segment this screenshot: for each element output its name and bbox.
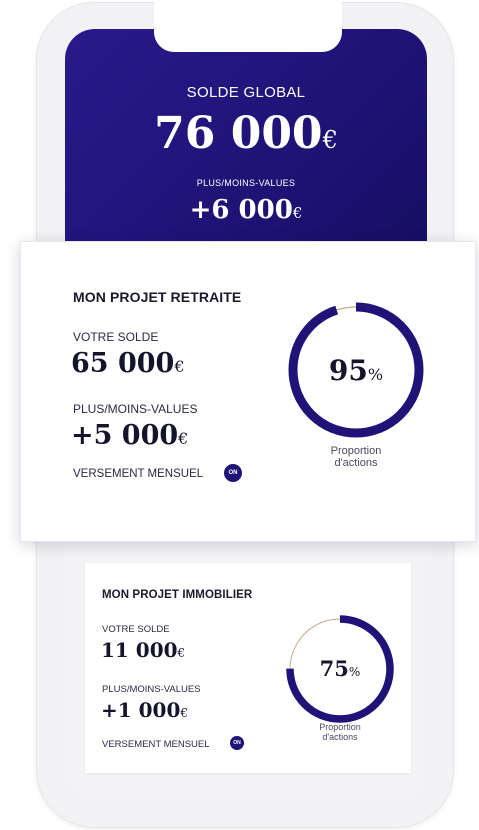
immobilier-proportion-caption: Proportion d'actions [290,722,390,743]
retraite-proportion-caption: Proportion d'actions [306,445,406,469]
retraite-balance-currency: € [174,357,185,376]
immobilier-proportion-number: 75 [319,656,349,681]
immobilier-proportion-percent-sign: % [348,665,361,679]
retraite-caption-line-1: Proportion [330,445,382,457]
retraite-caption-line-2: d'actions [334,457,378,470]
global-pl-value: +6 000€ [65,193,427,230]
retraite-pl-amount: +5 000 [71,420,179,451]
immobilier-title: MON PROJET IMMOBILIER [102,589,253,601]
immobilier-monthly-label: VERSEMENT MENSUEL [102,739,210,750]
retraite-balance-amount: 65 000 [71,348,175,379]
retraite-proportion-number: 95 [328,354,368,387]
global-balance-value: 76 000€ [65,104,427,170]
global-pl-currency: € [292,204,303,222]
immobilier-pl-value: +1 000€ [101,696,188,727]
retraite-proportion-value: 95% [286,354,426,392]
retraite-balance-value: 65 000€ [71,346,185,385]
immobilier-caption-line-2: d'actions [322,731,358,742]
retraite-proportion-percent-sign: % [367,365,384,384]
global-pl-amount: +6 000 [189,195,293,225]
global-balance-label: SOLDE GLOBAL [186,84,306,101]
phone-notch [154,0,342,52]
retraite-monthly-toggle[interactable]: ON [224,464,242,482]
retraite-pl-label: PLUS/MOINS-VALUES [73,402,198,416]
immobilier-pl-label: PLUS/MOINS-VALUES [102,684,201,695]
immobilier-balance-currency: € [177,646,186,660]
retraite-monthly-label: VERSEMENT MENSUEL [73,468,204,480]
retraite-pl-value: +5 000€ [71,418,188,457]
immobilier-balance-amount: 11 000 [101,638,178,662]
global-balance-amount: 76 000 [154,108,323,159]
immobilier-proportion-value: 75% [284,656,396,685]
immobilier-pl-amount: +1 000 [101,698,181,722]
retraite-pl-currency: € [178,429,189,448]
global-balance-currency: € [322,126,338,154]
immobilier-card[interactable]: MON PROJET IMMOBILIER VOTRE SOLDE 11 000… [85,563,411,773]
immobilier-balance-value: 11 000€ [101,636,185,667]
immobilier-balance-label: VOTRE SOLDE [102,624,170,635]
global-pl-label: PLUS/MOINS-VALUES [196,178,296,188]
retraite-title: MON PROJET RETRAITE [73,289,242,305]
retraite-balance-label: VOTRE SOLDE [73,330,159,344]
immobilier-pl-currency: € [180,706,189,720]
retraite-card[interactable]: MON PROJET RETRAITE VOTRE SOLDE 65 000€ … [20,241,476,542]
immobilier-monthly-toggle[interactable]: ON [230,736,244,750]
